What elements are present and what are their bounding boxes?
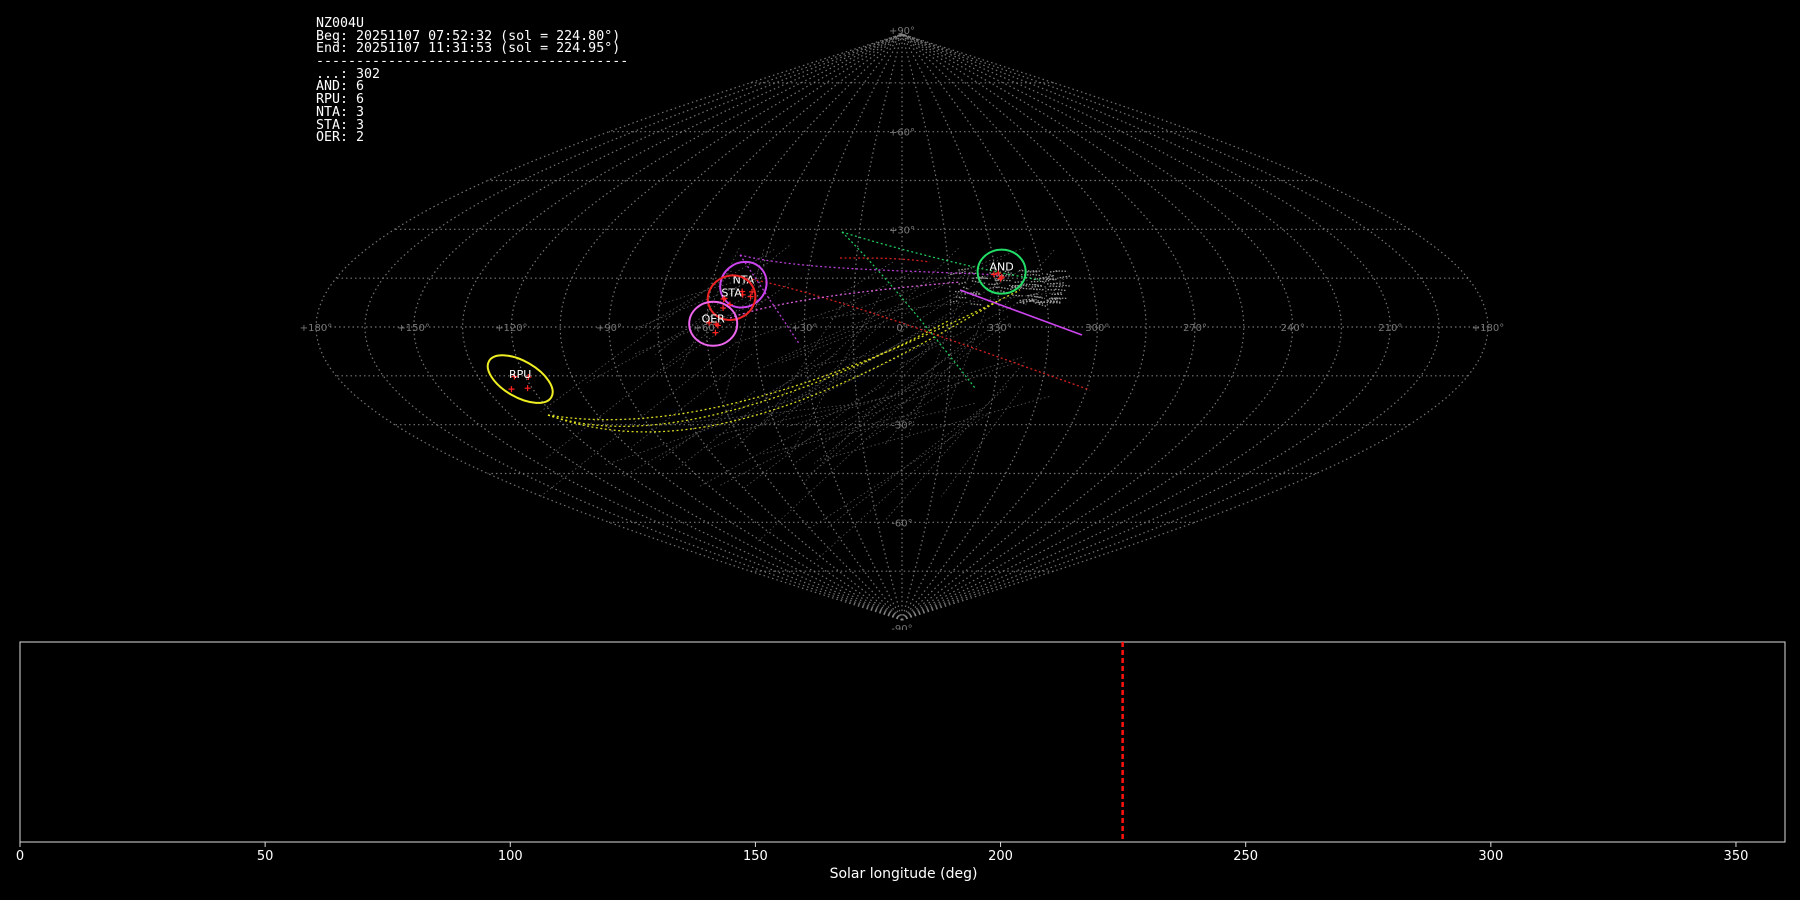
meteor-trail bbox=[941, 386, 1024, 497]
lat-label: +90° bbox=[889, 26, 915, 37]
meteor-trail bbox=[866, 378, 967, 440]
x-tick-label: 300 bbox=[1478, 849, 1503, 864]
meteor-trail bbox=[761, 308, 902, 369]
meteor-trail bbox=[837, 268, 921, 309]
radiant-point bbox=[747, 293, 754, 300]
shower-trail bbox=[547, 319, 951, 427]
x-tick-label: 150 bbox=[743, 849, 768, 864]
x-tick-label: 50 bbox=[257, 849, 274, 864]
lon-label: +180° bbox=[1472, 323, 1504, 334]
meteor-trail bbox=[621, 353, 837, 478]
shower-trail bbox=[739, 254, 1001, 276]
meteor-trail bbox=[1054, 291, 1062, 296]
sky-map: +90°+60°+30°-30°-60°-90°+180° +150° +120° +… bbox=[300, 26, 1504, 630]
lat-label: -60° bbox=[891, 518, 912, 529]
meteor-trail bbox=[906, 267, 973, 440]
meteor-trail bbox=[1041, 279, 1050, 283]
shower-timeline: APRMAYJUNJULAUGSEPOCTNOVDECJANFEBMARKUME… bbox=[16, 641, 1786, 882]
lon-label: 330° bbox=[988, 323, 1012, 334]
meteor-trail bbox=[1048, 298, 1058, 301]
meteor-trail bbox=[1049, 285, 1063, 288]
meteor-trail bbox=[949, 300, 959, 303]
lon-label: 270° bbox=[1183, 323, 1207, 334]
meteor-trail bbox=[723, 249, 765, 404]
lon-label: +180° bbox=[300, 323, 332, 334]
meteor-trail bbox=[1032, 273, 1042, 277]
lon-label: +30° bbox=[791, 323, 817, 334]
sky-axis-labels: +90°+60°+30°-30°-60°-90°+180° +150° +120° +… bbox=[300, 26, 1504, 630]
radiant-label: RPU bbox=[509, 368, 531, 381]
meteor-trail bbox=[862, 361, 1017, 418]
lon-label: +90° bbox=[596, 323, 622, 334]
meteor-trail bbox=[998, 286, 1012, 291]
meteor-trail bbox=[1033, 288, 1045, 291]
meteor-trail bbox=[789, 293, 882, 456]
lat-label: -30° bbox=[891, 421, 912, 432]
lat-label: +60° bbox=[889, 128, 915, 139]
meteor-trail bbox=[955, 296, 968, 299]
lon-label: 240° bbox=[1281, 323, 1305, 334]
lon-label: +150° bbox=[397, 323, 429, 334]
radiant-label: OER bbox=[702, 313, 726, 326]
timeline-frame bbox=[19, 641, 1786, 843]
meteor-trail bbox=[958, 281, 966, 285]
meteor-trail bbox=[540, 341, 737, 497]
shower-trail bbox=[547, 299, 1001, 433]
lon-label: 300° bbox=[1085, 323, 1109, 334]
meteor-trail bbox=[1053, 281, 1066, 285]
lat-label: +30° bbox=[889, 225, 915, 236]
meteor-trail bbox=[1059, 275, 1071, 279]
x-tick-label: 250 bbox=[1233, 849, 1258, 864]
meteor-trail bbox=[540, 270, 732, 413]
x-axis-label: Solar longitude (deg) bbox=[830, 866, 978, 882]
radiant-point bbox=[524, 385, 531, 392]
meteor-trail bbox=[986, 286, 998, 290]
meteor-trail bbox=[697, 385, 884, 488]
meteor-trail bbox=[604, 393, 808, 466]
meteor-trail bbox=[1019, 287, 1030, 290]
meteor-trail bbox=[1059, 284, 1071, 287]
meteor-trail bbox=[970, 303, 982, 306]
meteor-trail bbox=[715, 395, 893, 436]
meteor-trail bbox=[971, 280, 986, 285]
meteor-trail bbox=[794, 316, 1009, 464]
meteor-trail bbox=[1054, 288, 1066, 292]
radiant-point bbox=[720, 304, 727, 311]
meteor-trail bbox=[806, 323, 1006, 477]
timeline-axis: 0 50 100 150 200 250 300 350 Solar longitude (de… bbox=[16, 842, 1749, 882]
shower-trail bbox=[839, 257, 931, 263]
x-tick-label: 0 bbox=[16, 849, 24, 864]
meteor-trail bbox=[631, 353, 753, 448]
lon-label: 0° bbox=[896, 323, 907, 334]
lon-label: 210° bbox=[1378, 323, 1402, 334]
meteor-trail bbox=[655, 245, 790, 356]
meteor-trail bbox=[1046, 273, 1056, 277]
meteor-trail bbox=[819, 291, 1059, 319]
meteor-trail bbox=[1038, 303, 1047, 307]
shower-trail bbox=[959, 289, 1083, 336]
meteor-trail bbox=[763, 301, 845, 425]
lon-label: +120° bbox=[495, 323, 527, 334]
meteor-trail bbox=[789, 273, 993, 404]
radiant-point bbox=[508, 386, 515, 393]
meteor-trail bbox=[1025, 283, 1039, 286]
meteor-trail bbox=[797, 317, 947, 400]
shower-trail bbox=[729, 274, 1091, 391]
radiant-rpu: RPU bbox=[486, 354, 554, 404]
x-tick-label: 100 bbox=[498, 849, 523, 864]
meteor-trails bbox=[540, 231, 1091, 562]
x-tick-label: 200 bbox=[988, 849, 1013, 864]
meteor-trail bbox=[1046, 277, 1057, 281]
x-tick-label: 350 bbox=[1724, 849, 1749, 864]
meteor-trail bbox=[1049, 270, 1059, 273]
meteor-trail bbox=[675, 347, 831, 471]
meteor-trail bbox=[802, 309, 966, 485]
radiant-label: AND bbox=[990, 261, 1014, 274]
radiant-label: STA bbox=[721, 287, 742, 300]
